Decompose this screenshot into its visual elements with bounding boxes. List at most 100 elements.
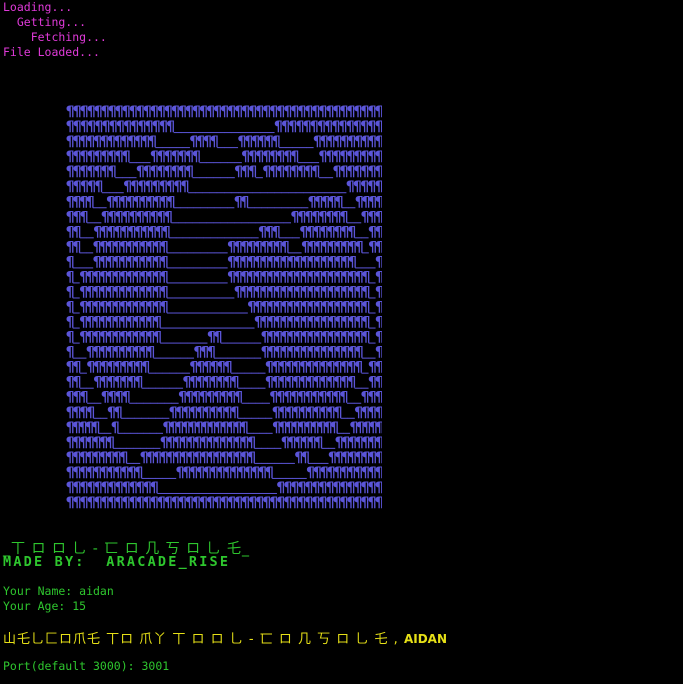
art-underscore [180, 282, 188, 284]
art-underscore [260, 462, 268, 464]
art-underscore [200, 282, 208, 284]
art-underscore [92, 207, 100, 209]
art-glyph: ¶ [375, 119, 382, 135]
art-underscore [227, 492, 235, 494]
art-underscore [321, 447, 329, 449]
art-underscore [278, 237, 287, 239]
art-underscore [173, 312, 181, 314]
art-underscore [276, 222, 284, 224]
art-underscore [136, 162, 144, 164]
art-underscore [200, 312, 208, 314]
art-underscore [148, 417, 156, 419]
art-underscore [272, 477, 280, 479]
made-by-line: MADE BY: ARACADE_RISE [3, 554, 231, 570]
art-underscore [213, 222, 221, 224]
art-underscore [294, 207, 302, 209]
art-glyph: ¶ [375, 435, 382, 451]
art-underscore [255, 222, 263, 224]
art-underscore [193, 207, 201, 209]
art-underscore [173, 132, 182, 134]
art-underscore [224, 192, 232, 194]
art-underscore [175, 372, 184, 374]
art-underscore [213, 492, 221, 494]
art-underscore [314, 462, 322, 464]
art-underscore [93, 417, 101, 419]
art-underscore [173, 357, 181, 359]
art-glyph: ¶ [375, 360, 382, 376]
art-underscore [187, 327, 195, 329]
art-underscore [341, 207, 349, 209]
art-underscore [207, 207, 215, 209]
art-underscore [187, 207, 195, 209]
art-underscore [169, 147, 177, 149]
file-loaded-line: File Loaded... [3, 45, 100, 59]
art-underscore [244, 372, 252, 374]
art-underscore [267, 447, 275, 449]
art-underscore [188, 132, 196, 134]
art-underscore [361, 357, 369, 359]
art-underscore [213, 282, 221, 284]
art-underscore [180, 297, 188, 299]
art-underscore [148, 372, 156, 374]
port-prompt[interactable]: Port(default 3000): 3001 [3, 659, 169, 674]
art-underscore [227, 327, 235, 329]
art-underscore [169, 237, 177, 239]
art-glyph: ¶ [375, 375, 382, 391]
art-underscore [136, 402, 144, 404]
art-underscore [173, 267, 181, 269]
art-underscore [238, 192, 246, 194]
art-underscore [251, 387, 259, 389]
art-underscore [213, 162, 221, 164]
art-underscore [281, 192, 289, 194]
art-underscore [304, 162, 313, 164]
art-underscore [227, 222, 235, 224]
art-underscore [182, 237, 190, 239]
art-underscore [206, 222, 214, 224]
art-underscore [281, 462, 289, 464]
art-glyph: ¶ [375, 480, 382, 496]
art-underscore [217, 147, 225, 149]
art-underscore [136, 432, 144, 434]
art-underscore [259, 192, 268, 194]
art-underscore [130, 432, 138, 434]
art-underscore [160, 327, 168, 329]
art-underscore [173, 342, 181, 344]
art-underscore [241, 492, 249, 494]
art-underscore [141, 477, 149, 479]
art-underscore [287, 252, 295, 254]
art-underscore [148, 477, 156, 479]
welcome-line: 山乇乚匚ロ爪乇 丅ロ 爪丫 丅 ロ ロ 乚 - 匸 ロ 几 丂 ロ 乚 乇 , … [3, 628, 447, 647]
art-underscore [175, 237, 184, 239]
art-underscore [244, 387, 252, 389]
art-underscore [199, 162, 207, 164]
art-underscore [227, 312, 235, 314]
art-underscore [192, 177, 200, 179]
art-underscore [237, 372, 245, 374]
art-underscore [238, 132, 246, 134]
art-underscore [79, 237, 87, 239]
art-underscore [227, 357, 235, 359]
welcome-name: AIDAN [403, 632, 447, 646]
art-underscore [185, 492, 193, 494]
art-underscore [129, 162, 137, 164]
art-underscore [303, 192, 311, 194]
art-underscore [178, 222, 186, 224]
art-underscore [155, 372, 163, 374]
art-underscore [207, 327, 215, 329]
art-underscore [267, 192, 275, 194]
art-glyph: ¶ [375, 194, 382, 210]
art-underscore [199, 222, 207, 224]
art-underscore [180, 312, 188, 314]
art-underscore [101, 192, 110, 194]
art-underscore [220, 492, 228, 494]
art-underscore [220, 312, 228, 314]
art-underscore [274, 462, 282, 464]
art-underscore [164, 402, 172, 404]
art-underscore [166, 267, 174, 269]
art-underscore [247, 357, 255, 359]
art-underscore [162, 372, 170, 374]
art-underscore [126, 462, 134, 464]
art-underscore [180, 327, 188, 329]
art-underscore [193, 327, 201, 329]
art-underscore [240, 342, 248, 344]
